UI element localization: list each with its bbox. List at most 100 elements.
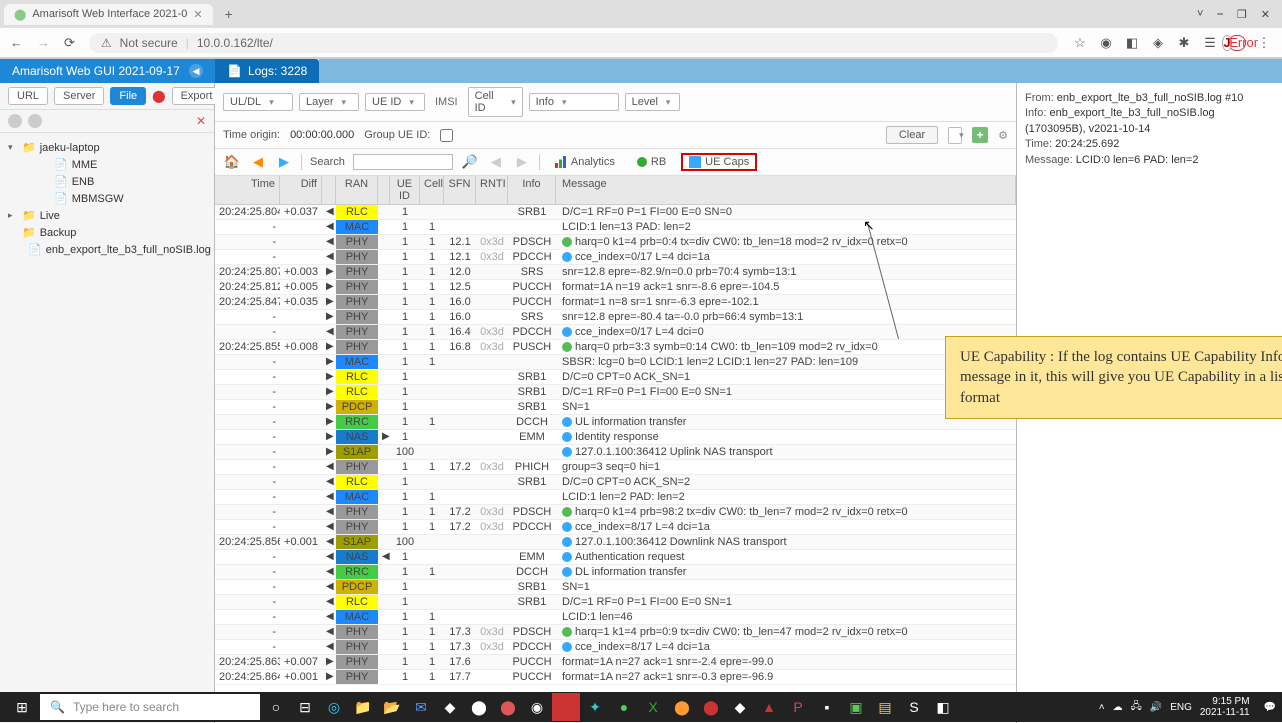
excel-icon[interactable]: X <box>639 693 667 721</box>
clear-dropdown[interactable] <box>948 127 962 144</box>
app-icon[interactable]: ◆ <box>726 693 754 721</box>
search-input[interactable] <box>353 154 453 170</box>
ext-icon[interactable]: ◈ <box>1150 35 1166 51</box>
uldl-dropdown[interactable]: UL/DL <box>223 93 293 111</box>
chrome-icon[interactable]: ◉ <box>523 693 551 721</box>
log-table-body[interactable]: 20:24:25.804 +0.037 ◀ RLC 1 SRB1 D/C=1 R… <box>215 205 1016 723</box>
ext-icon[interactable]: ☰ <box>1202 35 1218 51</box>
log-row[interactable]: 20:24:25.856 +0.001 ◀ S1AP 100 127.0.1.1… <box>215 535 1016 550</box>
next-result-icon[interactable]: ▶ <box>513 153 531 171</box>
ueid-dropdown[interactable]: UE ID <box>365 93 425 111</box>
rb-button[interactable]: RB <box>630 153 673 171</box>
log-row[interactable]: 20:24:25.864 +0.001 ▶ PHY 1 1 17.7 PUCCH… <box>215 670 1016 685</box>
log-row[interactable]: - ◀ MAC 1 1 LCID:1 len=13 PAD: len=2 <box>215 220 1016 235</box>
chevron-down-icon[interactable]: ˅ <box>1197 8 1203 21</box>
ext-icon[interactable]: ◉ <box>1098 35 1114 51</box>
clear-button[interactable]: Clear <box>886 126 938 144</box>
app-icon[interactable]: ● <box>610 693 638 721</box>
logs-tab[interactable]: 📄 Logs: 3228 <box>215 59 319 83</box>
log-row[interactable]: 20:24:25.847 +0.035 ▶ PHY 1 1 16.0 PUCCH… <box>215 295 1016 310</box>
tree-item[interactable]: 📄 MBMSGW <box>4 190 210 207</box>
add-button[interactable]: + <box>972 127 988 143</box>
col-sfn[interactable]: SFN <box>444 176 476 204</box>
col-rnti[interactable]: RNTI <box>476 176 508 204</box>
server-button[interactable]: Server <box>54 87 104 105</box>
col-time[interactable]: Time <box>215 176 280 204</box>
group-ueid-checkbox[interactable] <box>440 129 453 142</box>
tree-item[interactable]: 📄 enb_export_lte_b3_full_noSIB.log <box>4 241 210 258</box>
col-diff[interactable]: Diff <box>280 176 322 204</box>
col-ueid[interactable]: UE ID <box>390 176 420 204</box>
tray-vol-icon[interactable]: 🔊 <box>1150 702 1162 713</box>
tray-net-icon[interactable]: 🖧 <box>1131 699 1142 716</box>
log-row[interactable]: - ▶ RRC 1 1 DCCH UL information transfer <box>215 415 1016 430</box>
analytics-button[interactable]: Analytics <box>548 153 622 171</box>
info-dropdown[interactable]: Info <box>529 93 619 111</box>
app-icon[interactable]: ▣ <box>842 693 870 721</box>
app-icon[interactable]: S <box>900 693 928 721</box>
tray-up-icon[interactable]: ˄ <box>1099 702 1105 713</box>
col-info[interactable]: Info <box>508 176 556 204</box>
cellid-dropdown[interactable]: Cell ID <box>468 87 523 117</box>
log-row[interactable]: - ◀ PDCP 1 SRB1 SN=1 <box>215 580 1016 595</box>
log-row[interactable]: - ◀ RRC 1 1 DCCH DL information transfer <box>215 565 1016 580</box>
col-ran[interactable]: RAN <box>336 176 378 204</box>
terminal-icon[interactable]: ▪ <box>813 693 841 721</box>
app-icon[interactable]: ▤ <box>871 693 899 721</box>
edge-icon[interactable]: ◎ <box>320 693 348 721</box>
log-row[interactable]: 20:24:25.855 +0.008 ▶ PHY 1 1 16.8 0x3d … <box>215 340 1016 355</box>
app-icon[interactable]: ⬤ <box>668 693 696 721</box>
app-icon[interactable]: ⬤ <box>697 693 725 721</box>
app-icon[interactable]: ◧ <box>929 693 957 721</box>
log-row[interactable]: - ◀ RLC 1 SRB1 D/C=0 CPT=0 ACK_SN=2 <box>215 475 1016 490</box>
log-row[interactable]: - ◀ NAS ◀ 1 EMM Authentication request <box>215 550 1016 565</box>
taskbar-search[interactable]: 🔍 Type here to search <box>40 694 260 720</box>
log-row[interactable]: - ◀ PHY 1 1 12.1 0x3d PDSCH harq=0 k1=4 … <box>215 235 1016 250</box>
close-icon[interactable]: ✕ <box>196 114 206 128</box>
menu-icon[interactable]: ⋮ <box>1256 35 1272 51</box>
log-row[interactable]: - ◀ MAC 1 1 LCID:1 len=2 PAD: len=2 <box>215 490 1016 505</box>
tray-clock[interactable]: 9:15 PM 2021-11-11 <box>1200 696 1256 718</box>
taskview-icon[interactable]: ⊟ <box>291 693 319 721</box>
tree-item[interactable]: 📄 ENB <box>4 173 210 190</box>
browser-tab[interactable]: ⬤ Amarisoft Web Interface 2021-0 ✕ <box>4 4 213 25</box>
panel-close-icon[interactable]: ◀ <box>189 64 203 78</box>
app-icon[interactable]: ◆ <box>436 693 464 721</box>
log-row[interactable]: - ◀ PHY 1 1 17.3 0x3d PDCCH cce_index=8/… <box>215 640 1016 655</box>
app-icon[interactable]: ⬤ <box>494 693 522 721</box>
export-button[interactable]: Export <box>172 87 222 105</box>
filezilla-icon[interactable]: Fz <box>552 693 580 721</box>
tree-item[interactable]: ▾ 📁 jaeku-laptop <box>4 139 210 156</box>
acrobat-icon[interactable]: ▲ <box>755 693 783 721</box>
cortana-icon[interactable]: ○ <box>262 693 290 721</box>
log-row[interactable]: 20:24:25.807 +0.003 ▶ PHY 1 1 12.0 SRS s… <box>215 265 1016 280</box>
log-row[interactable]: - ▶ S1AP 100 127.0.1.100:36412 Uplink NA… <box>215 445 1016 460</box>
next-icon[interactable]: ▶ <box>275 153 293 171</box>
prev-icon[interactable]: ◀ <box>249 153 267 171</box>
settings-icon[interactable]: ⚙ <box>998 129 1008 142</box>
start-button[interactable]: ⊞ <box>6 692 38 722</box>
tray-notif-icon[interactable]: 💬 <box>1264 702 1276 713</box>
prev-result-icon[interactable]: ◀ <box>487 153 505 171</box>
ext-icon[interactable]: ◧ <box>1124 35 1140 51</box>
log-row[interactable]: 20:24:25.804 +0.037 ◀ RLC 1 SRB1 D/C=1 R… <box>215 205 1016 220</box>
profile-error[interactable]: J Error <box>1228 35 1246 51</box>
tray-lang-icon[interactable]: ENG <box>1170 702 1192 713</box>
log-row[interactable]: - ◀ PHY 1 1 17.2 0x3d PDSCH harq=0 k1=4 … <box>215 505 1016 520</box>
tree-item[interactable]: 📁 Backup <box>4 224 210 241</box>
forward-button[interactable]: → <box>37 35 50 50</box>
url-button[interactable]: URL <box>8 87 48 105</box>
minimize-button[interactable]: ⎯ <box>1217 8 1223 21</box>
mail-icon[interactable]: ✉ <box>407 693 435 721</box>
log-row[interactable]: - ◀ MAC 1 1 LCID:1 len=46 <box>215 610 1016 625</box>
level-dropdown[interactable]: Level <box>625 93 680 111</box>
explorer-icon[interactable]: 📁 <box>349 693 377 721</box>
reload-button[interactable]: ⟳ <box>64 35 75 51</box>
star-icon[interactable]: ☆ <box>1072 35 1088 51</box>
close-icon[interactable]: ✕ <box>193 8 202 21</box>
log-row[interactable]: - ◀ PHY 1 1 17.2 0x3d PDCCH cce_index=8/… <box>215 520 1016 535</box>
tree-item[interactable]: 📄 MME <box>4 156 210 173</box>
ue-caps-button[interactable]: UE Caps <box>681 153 757 171</box>
log-row[interactable]: 20:24:25.863 +0.007 ▶ PHY 1 1 17.6 PUCCH… <box>215 655 1016 670</box>
col-msg[interactable]: Message <box>556 176 1016 204</box>
